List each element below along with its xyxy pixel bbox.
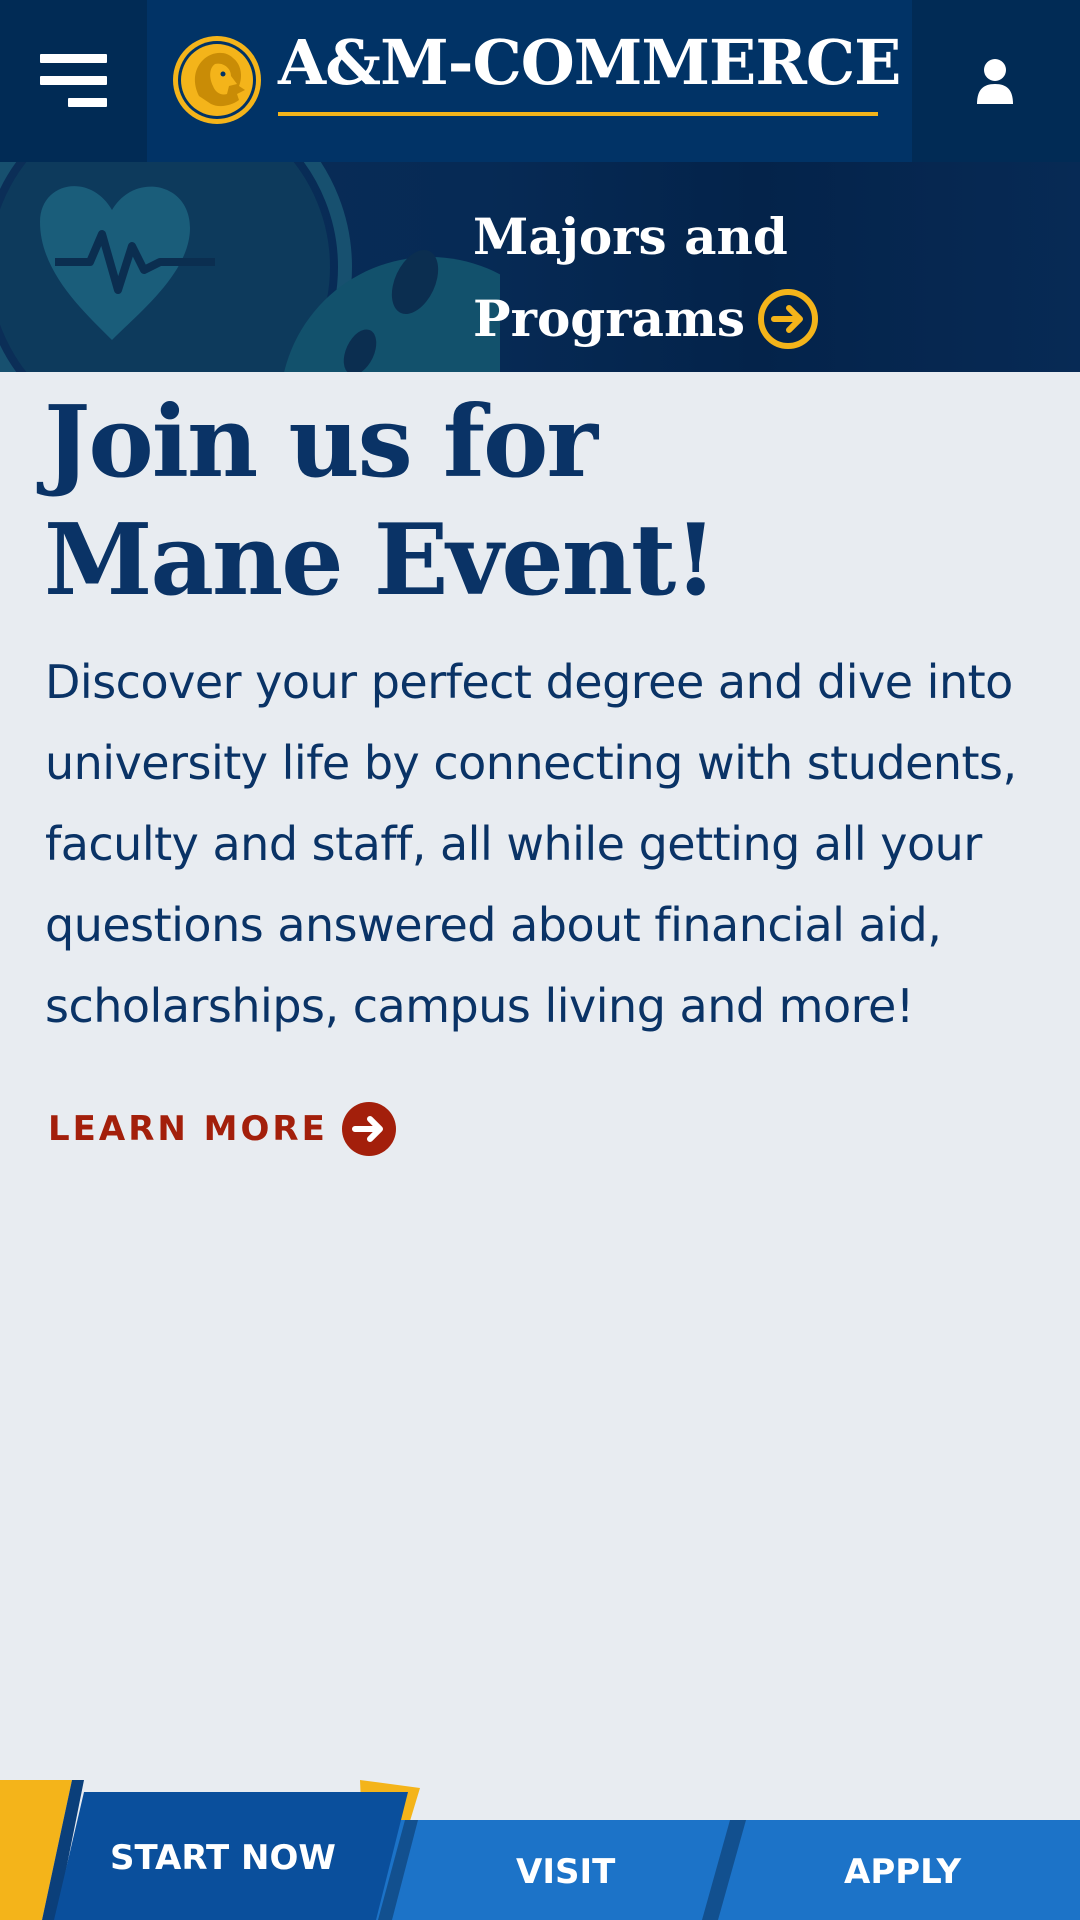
headline-line2: Mane Event! (44, 503, 717, 618)
logo-underline (278, 112, 878, 116)
health-heart-background-art (0, 162, 500, 372)
bottom-cta-bar: START NOW VISIT APPLY (0, 1780, 1080, 1920)
user-account-icon (977, 59, 1013, 104)
majors-programs-banner[interactable]: Majors and Programs (0, 162, 1080, 372)
site-header: A&M-COMMERCE (0, 0, 1080, 162)
arrow-right-circle-icon (758, 289, 819, 349)
user-account-button[interactable] (912, 0, 1080, 162)
lion-head-icon (173, 36, 261, 124)
majors-title-line2: Programs (473, 289, 746, 348)
learn-more-label: LEARN MORE (48, 1109, 328, 1149)
headline-line1: Join us for (44, 385, 598, 500)
learn-more-link[interactable]: LEARN MORE (48, 1102, 396, 1156)
start-now-button[interactable]: START NOW (110, 1838, 336, 1878)
page-headline: Join us for Mane Event! (44, 384, 1044, 620)
majors-programs-link[interactable]: Majors and Programs (473, 196, 853, 360)
arrow-right-circle-icon (341, 1102, 396, 1156)
apply-button[interactable]: APPLY (844, 1852, 961, 1892)
event-description: Discover your perfect degree and dive in… (45, 655, 1017, 1033)
menu-button[interactable] (0, 0, 147, 162)
logo-text: A&M-COMMERCE (278, 26, 901, 99)
visit-button[interactable]: VISIT (516, 1852, 615, 1892)
home-logo-link[interactable]: A&M-COMMERCE (147, 0, 912, 162)
majors-title-line1: Majors and (473, 207, 788, 266)
